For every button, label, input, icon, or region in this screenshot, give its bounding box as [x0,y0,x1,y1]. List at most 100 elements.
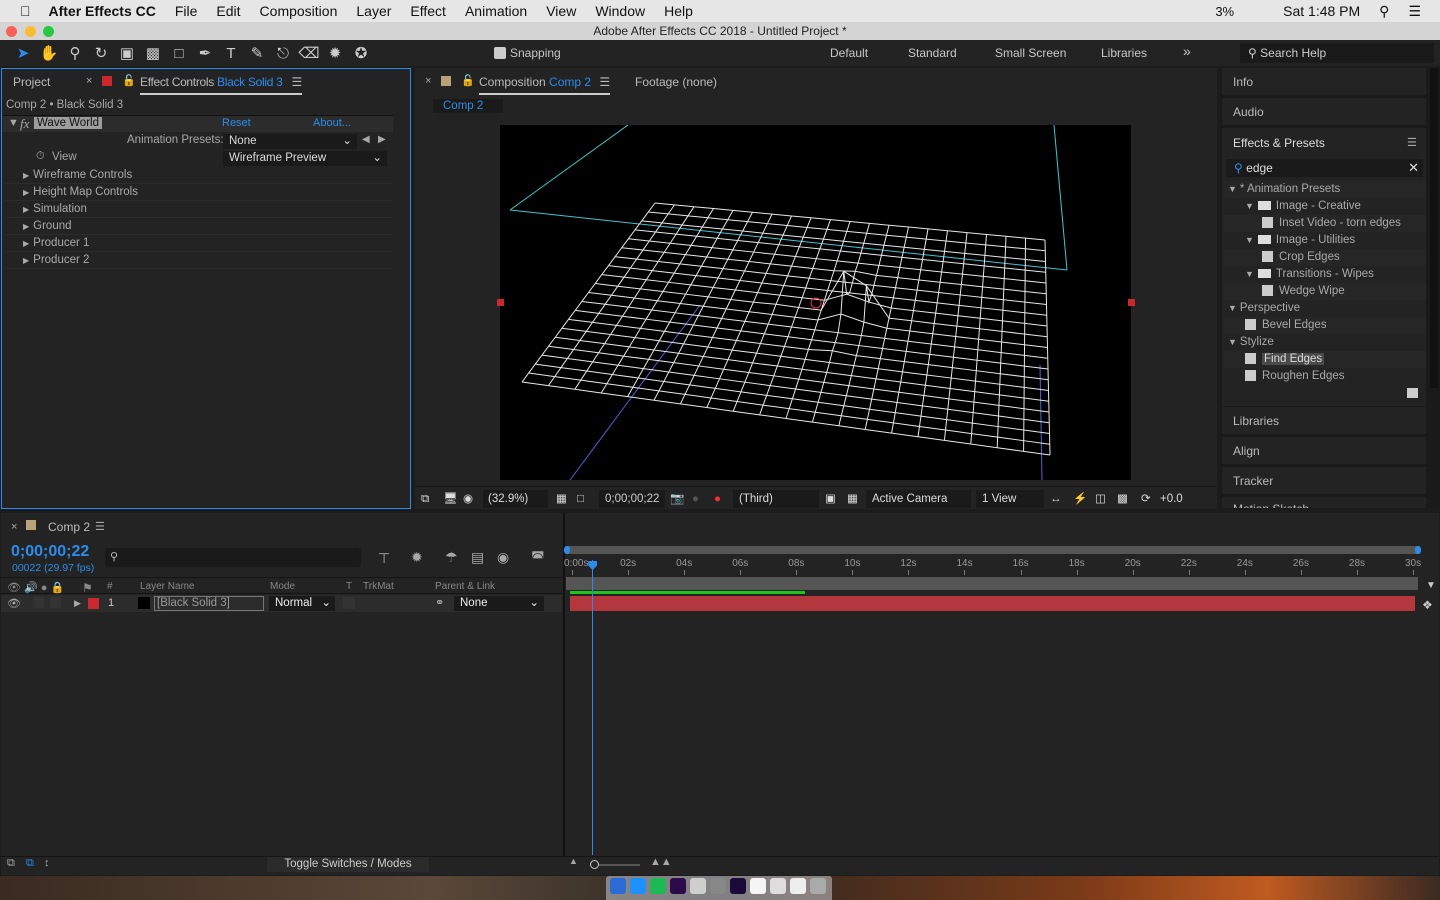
dock-app-icon[interactable] [770,878,786,894]
mask-visibility-icon[interactable]: ◉ [463,490,473,508]
roto-brush-tool-icon[interactable]: ✹ [322,44,348,62]
expand-triangle-icon[interactable]: ▶ [23,171,29,180]
channels-icon[interactable]: ● [714,490,721,508]
type-tool-icon[interactable]: T [218,45,244,62]
label-tag-icon[interactable]: ⚑ [82,581,93,595]
workspace-libraries[interactable]: Libraries [1101,46,1147,60]
menu-window[interactable]: Window [595,3,645,19]
comp-navigator-chip[interactable]: Comp 2 [433,99,503,113]
clone-stamp-tool-icon[interactable]: ⎋ [270,45,296,62]
tracker-panel-header[interactable]: Tracker [1222,467,1426,495]
dock-app-icon[interactable] [730,878,746,894]
effects-tree-item[interactable]: ▼ Image - Utilities [1224,232,1426,249]
effects-tree-item[interactable]: Find Edges [1224,351,1426,368]
timeline-current-time[interactable]: 0;00;00;22 [11,543,89,561]
disclosure-triangle-icon[interactable]: ▼ [1245,201,1254,211]
expand-triangle-icon[interactable]: ▶ [23,205,29,214]
layer-handle-left[interactable] [497,299,504,306]
blend-mode-dropdown[interactable]: Normal ⌄ [269,596,335,611]
camera-tool-icon[interactable]: ▣ [114,44,140,62]
lock-icon[interactable]: 🔓 [461,74,475,87]
expand-triangle-icon[interactable]: ▶ [23,239,29,248]
pan-behind-tool-icon[interactable]: ▩ [140,44,166,62]
magnification-dropdown[interactable]: (32.9%) [483,490,548,508]
view-layout-dropdown[interactable]: 1 View [976,490,1044,508]
search-help-field[interactable]: ⚲ Search Help [1240,43,1434,63]
workspace-default[interactable]: Default [830,46,868,60]
new-bin-icon[interactable] [1407,388,1418,398]
effects-tree-item[interactable]: Roughen Edges [1224,368,1426,385]
menu-layer[interactable]: Layer [356,3,391,19]
zoom-tool-icon[interactable]: ⚲ [62,44,88,62]
effect-group-height-map-controls[interactable]: ▶ Height Map Controls [6,184,392,201]
draft-3d-icon[interactable]: ✹ [411,549,423,566]
composition-viewer[interactable] [500,125,1131,480]
fx-toggle-icon[interactable]: fx [20,116,29,132]
navigator-end-handle[interactable] [1415,546,1421,554]
comp-marker-bin-icon[interactable]: ▼ [1426,580,1436,591]
menu-app[interactable]: After Effects CC [49,3,156,19]
effects-tree-item[interactable]: ▼ * Animation Presets [1224,181,1426,198]
toggle-switches-modes-button[interactable]: Toggle Switches / Modes [267,857,429,872]
motion-blur-icon[interactable]: ◉ [497,549,509,566]
effect-group-simulation[interactable]: ▶ Simulation [6,201,392,218]
layer-name[interactable]: [Black Solid 3] [154,596,264,611]
always-preview-icon[interactable]: ⧉ [421,490,429,508]
fast-draft-icon[interactable]: ⚡ [1073,490,1087,508]
snapping-checkbox[interactable] [494,47,506,59]
apple-icon[interactable]:  [20,3,31,19]
effects-tree-item[interactable]: Inset Video - torn edges [1224,215,1426,232]
panel-menu-icon[interactable]: ☰ [1407,136,1417,149]
layer-search-input[interactable]: ⚲ [105,548,361,567]
effect-name[interactable]: Wave World [34,117,102,129]
solo-switch[interactable] [33,597,44,608]
selection-tool-icon[interactable]: ➤ [10,44,36,62]
dock-app-icon[interactable] [790,878,806,894]
effect-group-producer-2[interactable]: ▶ Producer 2 [6,252,392,269]
effect-group-wireframe-controls[interactable]: ▶ Wireframe Controls [6,167,392,184]
zoom-slider[interactable] [592,864,640,866]
effects-tree-item[interactable]: ▼ Image - Creative [1224,198,1426,215]
tab-composition[interactable]: Composition Comp 2 ☰ [479,75,611,95]
battery-percent[interactable]: 3% [1215,4,1234,19]
transfer-controls-icon[interactable]: ⧉ [26,857,34,870]
puppet-pin-tool-icon[interactable]: ✪ [348,44,374,62]
next-preset-icon[interactable]: ▶ [378,134,386,145]
about-link[interactable]: About... [313,117,351,129]
tab-project[interactable]: Project [13,75,50,89]
effect-group-ground[interactable]: ▶ Ground [6,218,392,235]
collapse-triangle-icon[interactable]: ▼ [8,117,19,129]
effect-group-producer-1[interactable]: ▶ Producer 1 [6,235,392,252]
column-layer-name[interactable]: Layer Name [140,581,194,592]
layer-duration-bar[interactable] [570,596,1415,611]
dock-app-icon[interactable] [670,878,686,894]
effects-tree-item[interactable]: ▼ Perspective [1224,300,1426,317]
current-time-indicator[interactable] [592,560,594,855]
stopwatch-icon[interactable]: ⏱ [36,150,45,163]
tab-timeline-comp[interactable]: Comp 2 [48,520,90,534]
dock-app-icon[interactable] [710,878,726,894]
dock-app-icon[interactable] [630,878,646,894]
menu-list-icon[interactable]: ☰ [1408,3,1421,20]
pen-tool-icon[interactable]: ✒ [192,44,218,62]
dock-app-icon[interactable] [650,878,666,894]
transparency-grid-icon[interactable]: ▦ [847,490,858,508]
lock-icon[interactable]: 🔓 [122,74,136,87]
zoom-window-button[interactable] [43,26,54,37]
show-snapshot-icon[interactable]: ● [692,490,699,508]
tab-effect-controls[interactable]: Effect Controls Black Solid 3 ☰ [140,75,302,95]
current-time-display[interactable]: 0;00;00;22 [599,490,666,508]
eye-icon[interactable]: 👁 [7,597,21,610]
navigator-start-handle[interactable] [564,546,570,554]
expand-triangle-icon[interactable]: ▶ [23,222,29,231]
view-dropdown[interactable]: Wireframe Preview ⌄ [223,151,387,166]
rectangle-tool-icon[interactable]: □ [166,45,192,62]
panel-menu-icon[interactable]: ☰ [599,75,610,89]
motion-sketch-panel-header[interactable]: Motion Sketch [1222,497,1426,509]
expand-triangle-icon[interactable]: ▶ [23,256,29,265]
parent-dropdown[interactable]: None ⌄ [454,596,544,611]
disclosure-triangle-icon[interactable]: ▼ [1245,269,1254,279]
effects-tree-item[interactable]: Crop Edges [1224,249,1426,266]
close-tab-icon[interactable]: × [11,521,17,533]
graph-editor-icon[interactable]: ◚ [531,549,545,566]
